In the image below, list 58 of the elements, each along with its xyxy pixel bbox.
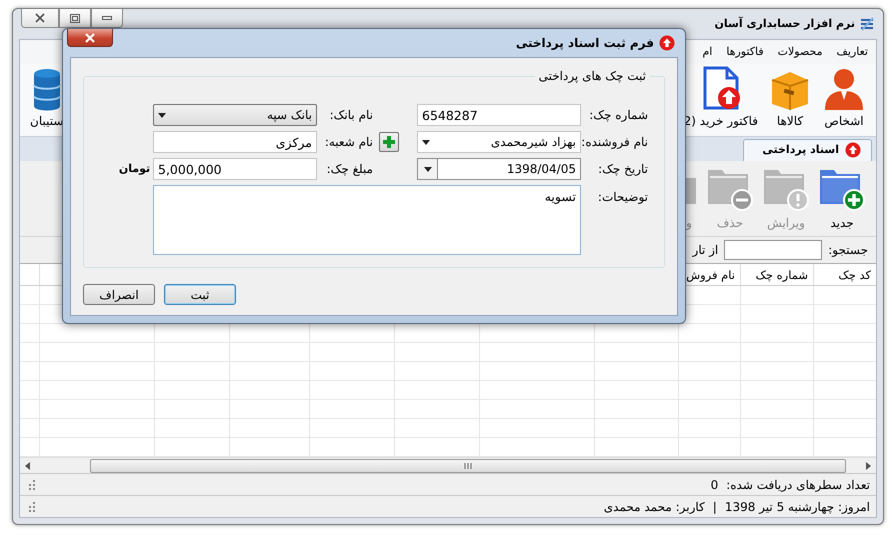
toolbar-button[interactable]: جدید bbox=[816, 164, 868, 232]
date-from-label: از تار bbox=[692, 242, 718, 259]
input-field[interactable]: 6548287 bbox=[417, 104, 581, 126]
caret-icon bbox=[422, 140, 430, 144]
document-tab[interactable]: اسناد پرداختی bbox=[743, 138, 872, 161]
dropdown-button[interactable] bbox=[418, 159, 438, 179]
row-count-label: تعداد سطرهای دریافت شده: bbox=[726, 476, 870, 494]
logo-icon bbox=[859, 16, 875, 32]
field-label: نام بانک: bbox=[328, 107, 374, 124]
input-field[interactable]: 5,000,000 bbox=[153, 158, 317, 180]
maximize-icon bbox=[70, 14, 80, 22]
menu-item[interactable]: تعاریف bbox=[836, 44, 868, 60]
dialog-title: فرم ثبت اسناد پرداختی bbox=[516, 35, 654, 52]
menu-item[interactable]: ام bbox=[702, 44, 712, 60]
text-area[interactable]: تسویه bbox=[153, 185, 581, 255]
dialog-button[interactable]: انصراف bbox=[83, 284, 155, 305]
grip-icon bbox=[26, 500, 36, 512]
row-count: 0 bbox=[710, 476, 718, 494]
dialog-button[interactable]: ثبت bbox=[164, 284, 236, 305]
user-text: کاربر: محمد محمدی bbox=[604, 498, 705, 516]
dropdown[interactable]: بانک سپه bbox=[153, 104, 317, 126]
field-label: نام شعبه: bbox=[324, 134, 374, 151]
separator-text: | bbox=[712, 498, 717, 516]
column-header[interactable]: شماره چک bbox=[740, 264, 813, 285]
minimize-icon bbox=[102, 16, 112, 20]
field-label: مبلغ چک: bbox=[326, 161, 374, 178]
menu-item[interactable]: محصولات bbox=[778, 44, 823, 60]
grip-icon bbox=[26, 478, 36, 490]
menu-item[interactable]: فاکتورها bbox=[726, 44, 764, 60]
horizontal-scrollbar[interactable] bbox=[20, 457, 876, 473]
maximize-button[interactable] bbox=[59, 9, 91, 28]
field-label: توضیحات: bbox=[596, 189, 649, 206]
field-label: تاریخ چک: bbox=[597, 161, 649, 178]
field-label: نام فروشنده: bbox=[581, 134, 649, 151]
database-icon bbox=[30, 66, 63, 112]
unit-label: تومان bbox=[118, 160, 152, 177]
search-label: جستجو: bbox=[828, 242, 868, 259]
scrollbar-thumb[interactable] bbox=[90, 458, 846, 472]
close-icon bbox=[35, 13, 45, 23]
date-text: امروز: چهارشنبه 5 تیر 1398 bbox=[724, 498, 870, 516]
close-button[interactable] bbox=[67, 29, 113, 47]
search-field[interactable] bbox=[724, 240, 822, 260]
close-button[interactable] bbox=[21, 9, 59, 28]
ribbon-button[interactable]: اشخاص bbox=[820, 66, 868, 130]
date-field[interactable]: 1398/04/05 bbox=[417, 158, 581, 180]
field-label: شماره چک: bbox=[588, 107, 649, 124]
close-icon bbox=[84, 32, 96, 42]
window-title: نرم افزار حسابداری آسان bbox=[714, 16, 855, 32]
group-title: ثبت چک های پرداختی bbox=[538, 70, 647, 82]
minimize-button[interactable] bbox=[91, 9, 123, 28]
caret-icon bbox=[158, 112, 166, 118]
dropdown[interactable]: بهزاد شیرمحمدی bbox=[417, 131, 581, 153]
caret-icon bbox=[424, 166, 432, 172]
ribbon-button[interactable]: کالاها bbox=[766, 66, 814, 130]
column-header[interactable]: کد چک bbox=[813, 264, 876, 285]
input-field[interactable]: مرکزی bbox=[153, 131, 317, 153]
plus-icon bbox=[382, 135, 396, 149]
add-button[interactable] bbox=[379, 132, 399, 152]
